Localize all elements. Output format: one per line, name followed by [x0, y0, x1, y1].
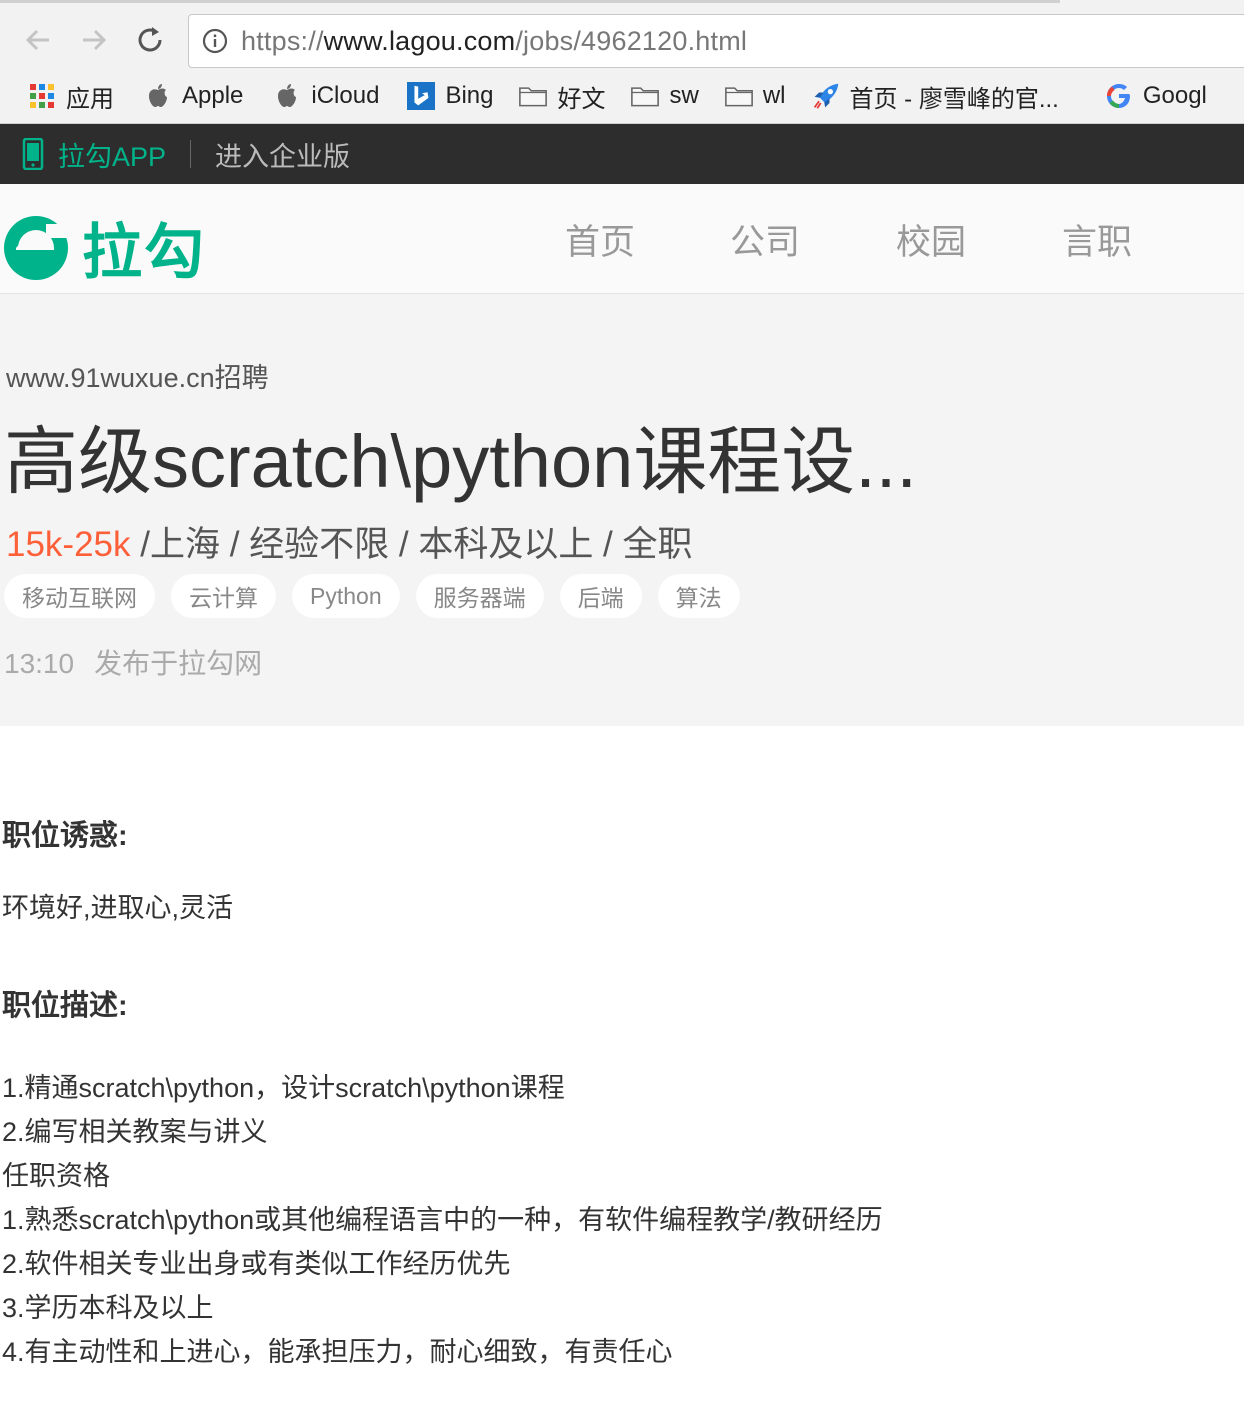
forward-arrow-icon	[83, 29, 107, 51]
description-line: 3.学历本科及以上	[2, 1293, 214, 1323]
temptation-heading: 职位诱惑:	[2, 820, 128, 852]
address-bar[interactable]: https://www.lagou.com/jobs/4962120.html	[188, 14, 1244, 68]
salary: 15k-25k	[6, 525, 131, 564]
job-tags: 移动互联网 云计算 Python 服务器端 后端 算法	[4, 574, 756, 618]
job-title: 高级scratch\python课程设...	[4, 420, 917, 503]
info-icon[interactable]	[201, 27, 229, 55]
posted-info: 13:10 发布于拉勾网	[4, 642, 262, 682]
job-meta: 15k-25k /上海 / 经验不限 / 本科及以上 / 全职	[6, 516, 693, 567]
description-line: 1.精通scratch\python，设计scratch\python课程	[2, 1073, 565, 1103]
description-heading: 职位描述:	[2, 990, 128, 1022]
bookmark-apps[interactable]: 应用	[28, 79, 114, 114]
folder-icon	[631, 82, 660, 110]
job-tag[interactable]: Python	[292, 574, 400, 618]
google-icon	[1105, 82, 1133, 110]
description-line: 1.熟悉scratch\python或其他编程语言中的一种，有软件编程教学/教研…	[2, 1205, 883, 1235]
site-header: 拉勾 首页 公司 校园 言职	[0, 184, 1244, 294]
job-tag[interactable]: 移动互联网	[4, 574, 155, 618]
temptation-text: 环境好,进取心,灵活	[2, 893, 234, 923]
bookmark-label: iCloud	[311, 82, 380, 109]
logo-text: 拉勾	[82, 219, 206, 286]
posted-source: 发布于拉勾网	[94, 648, 263, 679]
bookmark-label: 应用	[66, 85, 114, 113]
bookmark-label: wl	[762, 82, 786, 109]
bookmark-wl[interactable]: wl	[724, 82, 786, 110]
rocket-icon	[812, 82, 840, 110]
nav-company[interactable]: 公司	[730, 214, 800, 265]
bookmark-label: 首页 - 廖雪峰的官...	[849, 85, 1059, 113]
url-text: https://www.lagou.com/jobs/4962120.html	[241, 26, 747, 57]
browser-chrome: https://www.lagou.com/jobs/4962120.html …	[0, 0, 1244, 124]
url-scheme: https://	[241, 25, 324, 56]
forward-button[interactable]	[74, 20, 114, 60]
apple-icon	[273, 82, 301, 110]
posted-time: 13:10	[4, 648, 75, 679]
phone-icon	[22, 138, 44, 170]
description-line: 2.软件相关专业出身或有类似工作经历优先	[2, 1249, 511, 1279]
description-line: 4.有主动性和上进心，能承担压力，耐心细致，有责任心	[2, 1337, 673, 1367]
bookmark-label: Bing	[445, 82, 494, 109]
apps-grid-icon	[28, 82, 56, 110]
job-tag[interactable]: 服务器端	[415, 574, 544, 618]
app-download-link[interactable]: 拉勾APP	[22, 135, 166, 174]
bookmark-liaoxuefeng[interactable]: 首页 - 廖雪峰的官...	[812, 79, 1059, 114]
job-tag[interactable]: 后端	[559, 574, 642, 618]
enterprise-link[interactable]: 进入企业版	[215, 135, 350, 174]
job-tag[interactable]: 算法	[657, 574, 740, 618]
bookmark-icloud[interactable]: iCloud	[273, 82, 379, 110]
bookmark-google[interactable]: Googl	[1105, 82, 1207, 110]
app-label: 拉勾APP	[58, 141, 167, 172]
job-meta-details: /上海 / 经验不限 / 本科及以上 / 全职	[130, 525, 693, 564]
job-hero: www.91wuxue.cn招聘 高级scratch\python课程设... …	[0, 294, 1244, 726]
nav-yanzhi[interactable]: 言职	[1062, 214, 1132, 265]
bing-icon	[407, 82, 436, 110]
bookmark-label: 好文	[557, 85, 606, 113]
back-arrow-icon	[25, 29, 49, 51]
bookmark-haowen[interactable]: 好文	[519, 79, 605, 114]
site-logo[interactable]: 拉勾	[2, 204, 206, 291]
site-topbar: 拉勾APP 进入企业版	[0, 124, 1244, 184]
reload-button[interactable]	[130, 20, 170, 60]
folder-icon	[519, 82, 548, 110]
bookmark-bing[interactable]: Bing	[407, 82, 493, 110]
company-name[interactable]: www.91wuxue.cn招聘	[6, 356, 269, 395]
tab-strip	[0, 0, 1060, 3]
description-line: 任职资格	[2, 1161, 110, 1191]
nav-campus[interactable]: 校园	[896, 214, 966, 265]
nav-home[interactable]: 首页	[565, 214, 635, 265]
back-button[interactable]	[18, 20, 58, 60]
divider	[190, 140, 192, 168]
bookmark-sw[interactable]: sw	[631, 82, 699, 110]
lagou-logo-icon	[4, 215, 68, 280]
bookmark-apple[interactable]: Apple	[144, 82, 243, 110]
url-path: /jobs/4962120.html	[515, 25, 748, 56]
job-tag[interactable]: 云计算	[171, 574, 276, 618]
folder-icon	[724, 82, 753, 110]
bookmark-label: Apple	[182, 82, 244, 109]
description-line: 2.编写相关教案与讲义	[2, 1117, 268, 1147]
reload-icon	[138, 27, 162, 52]
bookmark-label: Googl	[1142, 82, 1207, 109]
bookmark-label: sw	[669, 82, 699, 109]
url-host: www.lagou.com	[323, 25, 516, 56]
apple-icon	[144, 82, 172, 110]
bookmarks-bar: 应用 Apple iCloud Bing 好文 sw wl 首页 - 廖雪峰的官…	[0, 72, 1244, 120]
